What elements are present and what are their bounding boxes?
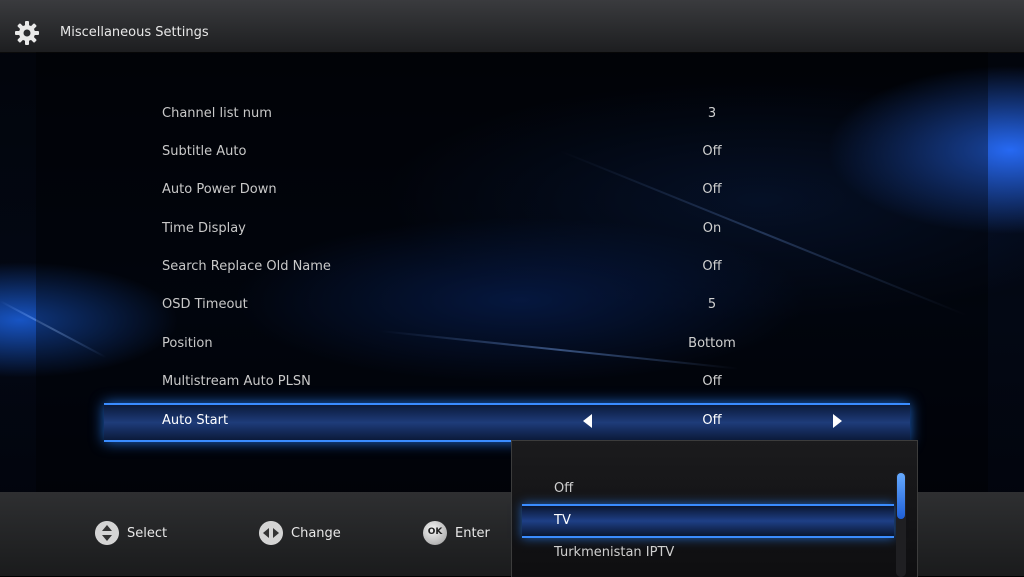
dropdown-highlight	[522, 504, 894, 538]
arrow-left-icon[interactable]	[583, 414, 592, 428]
dropdown-option-tv[interactable]: TV	[554, 513, 571, 528]
ok-button-text: OK	[427, 527, 443, 537]
page-title: Miscellaneous Settings	[60, 25, 209, 40]
settings-row-subtitle-auto[interactable]: Subtitle Auto Off	[162, 144, 862, 164]
hint-enter-label: Enter	[455, 526, 490, 541]
dropdown-option-turkmenistan-iptv[interactable]: Turkmenistan IPTV	[554, 545, 674, 560]
scrollbar-thumb[interactable]	[897, 473, 905, 519]
setting-label: Subtitle Auto	[162, 144, 247, 159]
gear-icon	[15, 21, 39, 45]
setting-value: On	[702, 221, 722, 236]
settings-row-search-replace-old-name[interactable]: Search Replace Old Name Off	[162, 259, 862, 279]
setting-label: Search Replace Old Name	[162, 259, 331, 274]
arrow-right-icon[interactable]	[833, 414, 842, 428]
up-down-button-icon	[95, 521, 119, 545]
selected-setting-value: Off	[702, 413, 722, 428]
hint-select-label: Select	[127, 526, 168, 541]
settings-row-multistream-auto-plsn[interactable]: Multistream Auto PLSN Off	[162, 374, 862, 394]
header-bar: Miscellaneous Settings	[0, 0, 1024, 53]
settings-row-osd-timeout[interactable]: OSD Timeout 5	[162, 297, 862, 317]
setting-value: Off	[702, 182, 722, 197]
setting-value: Bottom	[688, 336, 736, 351]
setting-label: Channel list num	[162, 106, 272, 121]
setting-value: 3	[707, 106, 717, 121]
setting-label: Multistream Auto PLSN	[162, 374, 311, 389]
setting-value: Off	[702, 144, 722, 159]
auto-start-dropdown[interactable]: Off TV Turkmenistan IPTV	[511, 440, 918, 577]
setting-value: Off	[702, 259, 722, 274]
settings-row-channel-list-num[interactable]: Channel list num 3	[162, 106, 862, 126]
settings-row-auto-power-down[interactable]: Auto Power Down Off	[162, 182, 862, 202]
setting-label: Position	[162, 336, 213, 351]
hint-change-label: Change	[291, 526, 341, 541]
setting-label: Time Display	[162, 221, 246, 236]
setting-label: OSD Timeout	[162, 297, 248, 312]
selected-setting-label: Auto Start	[162, 413, 229, 428]
setting-label: Auto Power Down	[162, 182, 277, 197]
settings-row-time-display[interactable]: Time Display On	[162, 221, 862, 241]
ok-button-icon: OK	[423, 521, 447, 545]
setting-value: 5	[707, 297, 717, 312]
left-right-button-icon	[259, 521, 283, 545]
setting-value: Off	[702, 374, 722, 389]
dropdown-scrollbar[interactable]	[896, 471, 906, 577]
settings-row-position[interactable]: Position Bottom	[162, 336, 862, 356]
dropdown-option-off[interactable]: Off	[554, 481, 573, 496]
